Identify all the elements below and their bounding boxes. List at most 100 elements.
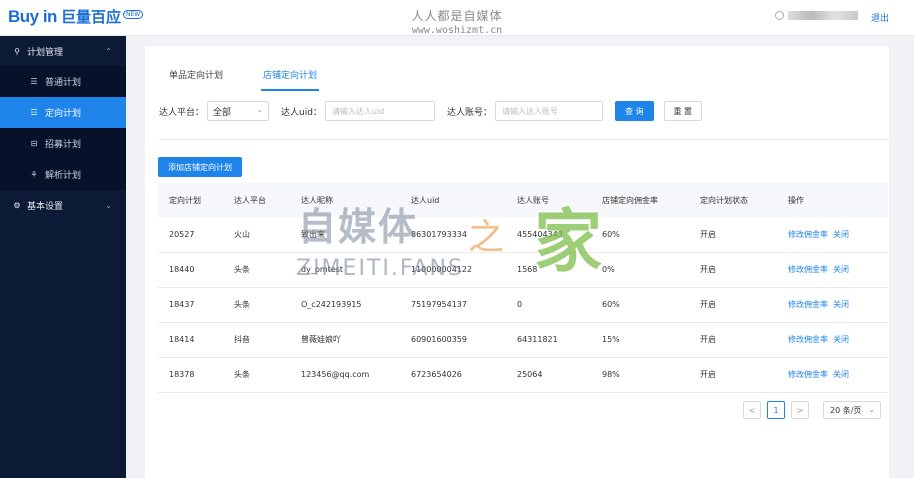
reset-button[interactable]: 重 置 (663, 101, 703, 121)
top-header: Buy in 巨量百应 NEW 人人都是自媒体 www.woshizmt.cn … (0, 0, 914, 36)
cell-plan: 18440 (158, 252, 223, 288)
cell-platform: 头条 (223, 252, 290, 288)
cell-actions: 修改佣金率 关闭 (777, 252, 888, 288)
table-row: 18378 头条 123456@qq.com 6723654026 25064 … (158, 357, 888, 393)
col-platform: 达人平台 (223, 183, 290, 217)
col-rate: 店铺定向佣金率 (591, 183, 689, 217)
cell-plan: 20527 (158, 217, 223, 253)
uid-input[interactable] (324, 101, 435, 121)
list-icon: ☰ (30, 77, 38, 86)
cell-status: 开启 (689, 322, 777, 358)
close-plan-link[interactable]: 关闭 (833, 370, 849, 379)
cell-uid: 6723654026 (400, 357, 506, 393)
sidebar-group-settings[interactable]: ⚙ 基本设置 ⌄ (0, 190, 126, 220)
close-plan-link[interactable]: 关闭 (833, 230, 849, 239)
sidebar-item-recruit-plan[interactable]: ⊟ 招募计划 (0, 128, 126, 159)
cell-uid: 86301793334 (400, 217, 506, 253)
prev-page-button[interactable]: < (743, 401, 761, 419)
close-plan-link[interactable]: 关闭 (833, 335, 849, 344)
cell-platform: 火山 (223, 217, 290, 253)
cell-plan: 18414 (158, 322, 223, 358)
sidebar-item-label: 解析计划 (45, 171, 82, 181)
watermark-line2: www.woshizmt.cn (411, 25, 503, 36)
cell-actions: 修改佣金率 关闭 (777, 322, 888, 358)
target-icon: ☲ (30, 108, 38, 117)
col-action: 操作 (777, 183, 888, 217)
filter-bar: 达人平台： 全部 ⌄ 达人uid： 达人账号： 查 询 重 置 (159, 101, 703, 121)
modify-rate-link[interactable]: 修改佣金率 (788, 335, 828, 344)
gear-icon: ⚙ (13, 200, 21, 210)
cell-actions: 修改佣金率 关闭 (777, 287, 888, 323)
analyze-icon: ⚘ (30, 170, 38, 179)
table-row: 20527 火山 致出来 86301793334 455404343 60% 开… (158, 217, 888, 253)
cell-account: 25064 (506, 357, 591, 393)
page-size-select[interactable]: 20 条/页 ⌄ (823, 401, 881, 419)
cell-nickname: 致出来 (290, 217, 400, 253)
page-size-value: 20 条/页 (830, 405, 862, 415)
close-plan-link[interactable]: 关闭 (833, 300, 849, 309)
cell-rate: 98% (591, 357, 689, 393)
table-header-row: 定向计划 达人平台 达人昵称 达人uid 达人账号 店铺定向佣金率 定向计划状态… (158, 183, 888, 217)
tab-store[interactable]: 店铺定向计划 (261, 68, 320, 91)
cell-rate: 15% (591, 322, 689, 358)
user-icon (775, 11, 784, 20)
table-row: 18437 头条 O_c242193915 75197954137 0 60% … (158, 287, 888, 323)
cell-account: 64311821 (506, 322, 591, 358)
cell-status: 开启 (689, 357, 777, 393)
sidebar-item-analyze-plan[interactable]: ⚘ 解析计划 (0, 159, 126, 190)
col-account: 达人账号 (506, 183, 591, 217)
divider (159, 139, 889, 140)
col-uid: 达人uid (400, 183, 506, 217)
cell-account: 1568 (506, 252, 591, 288)
cell-plan: 18378 (158, 357, 223, 393)
platform-label: 达人平台： (159, 107, 205, 118)
add-store-plan-button[interactable]: 添加店铺定向计划 (158, 157, 242, 177)
chevron-down-icon: ⌄ (256, 105, 264, 114)
sidebar-item-normal-plan[interactable]: ☰ 普通计划 (0, 66, 126, 97)
cell-status: 开启 (689, 217, 777, 253)
cell-uid: 110000004122 (400, 252, 506, 288)
cell-uid: 60901600359 (400, 322, 506, 358)
platform-select[interactable]: 全部 ⌄ (207, 101, 270, 121)
sidebar-item-targeted-plan[interactable]: ☲ 定向计划 (0, 97, 126, 128)
close-plan-link[interactable]: 关闭 (833, 265, 849, 274)
chevron-down-icon: ⌄ (105, 200, 112, 210)
cell-nickname: 123456@qq.com (290, 357, 400, 393)
plan-table: 定向计划 达人平台 达人昵称 达人uid 达人账号 店铺定向佣金率 定向计划状态… (158, 183, 888, 393)
sidebar-group-plan[interactable]: ⚲ 计划管理 ⌃ (0, 36, 126, 66)
recruit-icon: ⊟ (30, 139, 38, 148)
cell-platform: 头条 (223, 357, 290, 393)
page-number-button[interactable]: 1 (767, 401, 785, 419)
sidebar-group-label: 基本设置 (27, 201, 64, 212)
cell-platform: 抖音 (223, 322, 290, 358)
cell-plan: 18437 (158, 287, 223, 323)
next-page-button[interactable]: > (791, 401, 809, 419)
cell-nickname: dy_pmtest (290, 252, 400, 288)
account-label: 达人账号： (446, 107, 492, 118)
modify-rate-link[interactable]: 修改佣金率 (788, 230, 828, 239)
modify-rate-link[interactable]: 修改佣金率 (788, 265, 828, 274)
col-status: 定向计划状态 (689, 183, 777, 217)
col-plan: 定向计划 (158, 183, 223, 217)
tab-single-product[interactable]: 单品定向计划 (167, 68, 225, 91)
cell-status: 开启 (689, 252, 777, 288)
plan-icon: ⚲ (14, 46, 20, 56)
cell-nickname: O_c242193915 (290, 287, 400, 323)
modify-rate-link[interactable]: 修改佣金率 (788, 370, 828, 379)
sidebar-group-label: 计划管理 (27, 47, 64, 58)
cell-rate: 60% (591, 287, 689, 323)
account-input[interactable] (494, 101, 603, 121)
chevron-up-icon: ⌃ (105, 46, 112, 56)
cell-actions: 修改佣金率 关闭 (777, 357, 888, 393)
col-nickname: 达人昵称 (290, 183, 400, 217)
sidebar-item-label: 定向计划 (45, 109, 82, 119)
uid-label: 达人uid： (281, 107, 322, 118)
platform-value: 全部 (213, 107, 232, 118)
logout-link[interactable]: 退出 (871, 11, 889, 24)
user-menu[interactable] (775, 11, 858, 20)
search-button[interactable]: 查 询 (614, 101, 654, 121)
modify-rate-link[interactable]: 修改佣金率 (788, 300, 828, 309)
table-row: 18414 抖音 曾薇娃娘吖 60901600359 64311821 15% … (158, 322, 888, 358)
main-panel: 单品定向计划 店铺定向计划 达人平台： 全部 ⌄ 达人uid： 达人账号： 查 … (145, 46, 889, 478)
sidebar-item-label: 普通计划 (45, 78, 82, 88)
